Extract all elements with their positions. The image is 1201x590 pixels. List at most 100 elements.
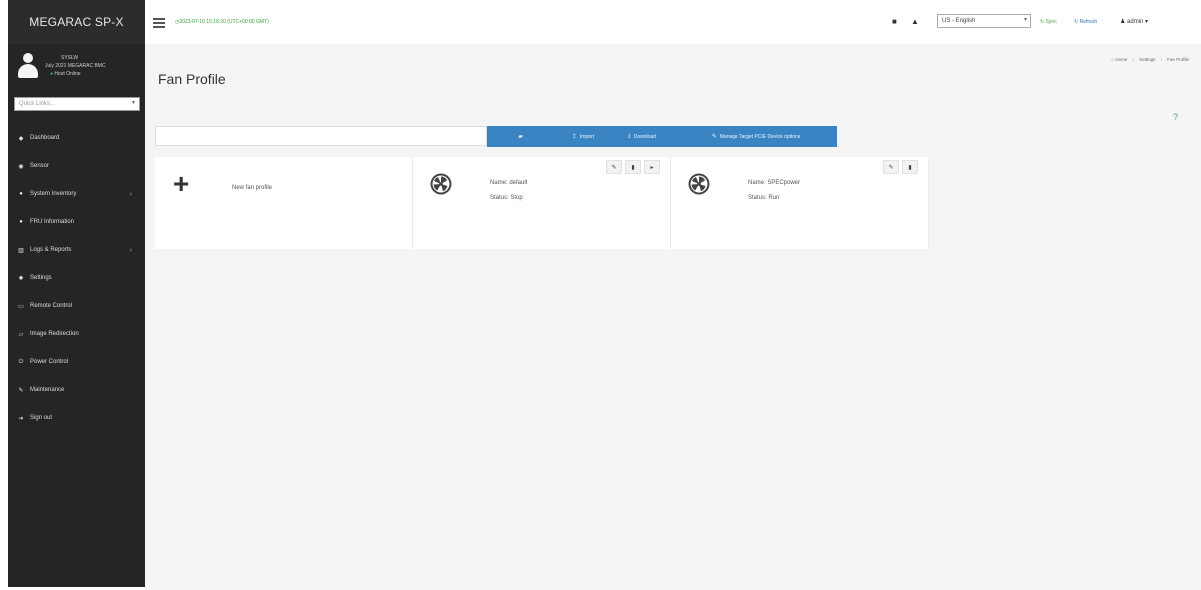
trash-icon: ▮ [631,164,635,171]
sidebar-item-label: Power Control [30,359,69,365]
main-content: Fan Profile ⌂ Home / Settings / Fan Prof… [145,44,1201,590]
sidebar-item-power-control[interactable]: ⏻ Power Control [8,348,145,376]
sidebar-item-image-redirection[interactable]: ▱ Image Redirection [8,320,145,348]
wrench-icon: ✎ [18,387,24,394]
fan-profile-cards: + New fan profile Name: default Status: … [155,157,929,249]
sidebar-nav: ◆ Dashboard ◉ Sensor ● System Inventory … [8,124,145,432]
manage-label: Manage Target PCIE Device options [719,133,801,140]
breadcrumb-settings[interactable]: Settings [1139,57,1155,62]
sign-out-icon: ➜ [18,415,24,422]
help-icon[interactable]: ? [1173,112,1178,122]
sidebar-item-settings[interactable]: ✹ Settings [8,264,145,292]
sidebar-item-maintenance[interactable]: ✎ Maintenance [8,376,145,404]
sensor-icon: ◉ [18,163,24,170]
menu-toggle-icon[interactable] [153,18,165,30]
user-firmware: July 2021 MEGARAC BMC [45,63,106,69]
card-actions: ✎ ▮ [880,160,918,174]
sidebar-item-label: System Inventory [30,191,77,197]
edit-button[interactable]: ✎ [606,160,622,174]
delete-button[interactable]: ▮ [902,160,918,174]
quick-links-placeholder: Quick Links... [19,101,56,107]
delete-button[interactable]: ▮ [625,160,641,174]
sidebar-item-label: Sensor [30,163,50,169]
sidebar-item-dashboard[interactable]: ◆ Dashboard [8,124,145,152]
pencil-icon: ✎ [611,164,617,171]
chart-icon: ▥ [18,247,24,254]
sidebar-item-sensor[interactable]: ◉ Sensor [8,152,145,180]
refresh-label: Refresh [1079,19,1098,25]
breadcrumb-current: Fan Profile [1167,57,1189,62]
new-fan-profile-card[interactable]: + New fan profile [155,157,413,249]
breadcrumb-home[interactable]: Home [1115,57,1127,62]
browse-button[interactable]: ▰ [487,126,557,147]
play-icon: ▸ [650,164,654,171]
manage-pcie-button[interactable]: ✎ Manage Target PCIE Device options [675,126,837,147]
info-icon: ● [19,219,23,225]
user-menu-label: admin [1127,19,1144,25]
new-profile-label: New fan profile [232,185,273,191]
import-icon: ⇪ [571,134,577,140]
chevron-right-icon: › [129,190,132,198]
sidebar-item-sign-out[interactable]: ➜ Sign out [8,404,145,432]
sidebar: MEGARAC SP-X SYSLW July 2021 MEGARAC BMC… [8,0,145,587]
import-button[interactable]: ⇪ Import [557,126,609,147]
chevron-down-icon: ▾ [131,100,135,106]
monitor-icon: ▭ [18,303,24,310]
gear-icon: ✹ [18,275,24,282]
plus-icon[interactable]: + [173,170,189,198]
import-label: Import [579,133,595,140]
alert-icon[interactable]: ▲ [911,17,919,26]
sidebar-item-remote-control[interactable]: ▭ Remote Control [8,292,145,320]
sidebar-item-label: Image Redirection [30,331,79,337]
trash-icon: ▮ [908,164,912,171]
action-toolbar: ▰ ⇪ Import ⤓ Download ✎ Manage Target PC… [487,126,837,147]
fan-icon [430,173,452,195]
profile-status: Status: Stop [490,195,523,201]
topbar: ◷2023-07-10 15:18:20 (UTC+00:00 GMT) ■ ▲… [145,0,1201,44]
profile-name: Name: SPECpower [748,180,801,186]
user-icon: ♟ [1120,19,1128,25]
download-icon: ⤓ [628,133,631,139]
download-button[interactable]: ⤓ Download [609,126,675,147]
page-title: Fan Profile [158,71,226,88]
pencil-icon: ✎ [888,164,894,171]
user-menu[interactable]: ♟ admin ▾ [1120,18,1148,25]
sync-button[interactable]: ↻ Sync [1040,19,1057,25]
file-input[interactable] [155,126,487,146]
avatar-icon [17,53,39,79]
quick-links-select[interactable]: Quick Links... ▾ [14,97,140,111]
pencil-icon: ✎ [711,134,717,140]
download-label: Download [633,133,656,140]
start-button[interactable]: ▸ [644,160,660,174]
profile-status: Status: Run [748,195,780,201]
card-actions: ✎ ▮ ▸ [603,160,660,174]
folder-icon: ▰ [518,134,523,140]
inventory-icon: ● [19,191,23,197]
chevron-right-icon: › [129,246,132,254]
fan-icon [688,173,710,195]
breadcrumb: ⌂ Home / Settings / Fan Profile [1111,57,1189,62]
user-hostname: SYSLW [61,55,79,61]
sidebar-item-label: Settings [30,275,52,281]
fan-profile-card: Name: SPECpower Status: Run ✎ ▮ [671,157,929,249]
sidebar-item-logs-reports[interactable]: ▥ Logs & Reports › [8,236,145,264]
refresh-button[interactable]: ↻ Refresh [1074,19,1097,25]
sidebar-item-label: Logs & Reports [30,247,72,253]
power-icon: ⏻ [18,358,24,365]
language-select[interactable]: US - English ▾ [937,14,1031,28]
edit-button[interactable]: ✎ [883,160,899,174]
sidebar-item-label: Dashboard [30,135,60,141]
message-icon[interactable]: ■ [892,17,897,26]
image-icon: ▱ [18,331,24,338]
profile-name: Name: default [490,180,528,186]
sidebar-item-label: Sign out [30,415,53,421]
fan-profile-card: Name: default Status: Stop ✎ ▮ ▸ [413,157,671,249]
sidebar-item-label: Maintenance [30,387,65,393]
sidebar-item-fru-information[interactable]: ● FRU Information [8,208,145,236]
brand-logo[interactable]: MEGARAC SP-X [8,0,145,44]
sidebar-item-system-inventory[interactable]: ● System Inventory › [8,180,145,208]
datetime-display: ◷2023-07-10 15:18:20 (UTC+00:00 GMT) [175,19,269,25]
dashboard-icon: ◆ [18,135,24,142]
chevron-down-icon: ▾ [1023,17,1027,23]
datetime-text: 2023-07-10 15:18:20 (UTC+00:00 GMT) [179,19,269,25]
